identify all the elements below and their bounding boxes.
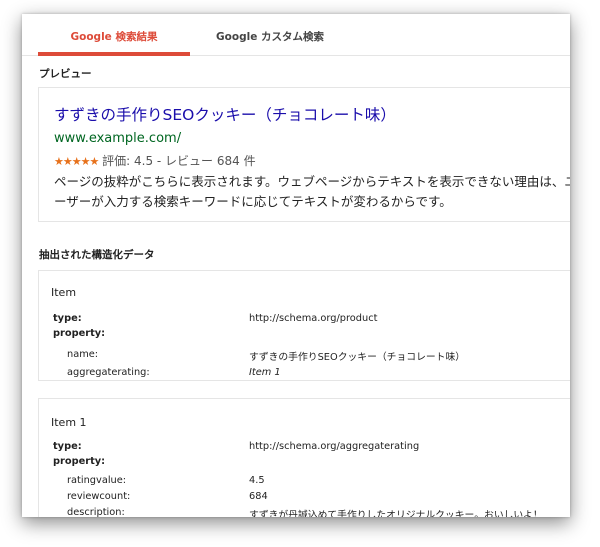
property-value-name: すずきの手作りSEOクッキー（チョコレート味） [249, 352, 466, 363]
snippet-line-1: ページの抜粋がこちらに表示されます。ウェブページからテキストを表示できない理由は… [54, 174, 570, 189]
search-result-preview: すずきの手作りSEOクッキー（チョコレート味） www.example.com/… [38, 87, 570, 222]
type-label: type: [53, 313, 82, 324]
property-value-aggregaterating: Item 1 [249, 367, 281, 378]
tab-google-search-results[interactable]: Google 検索結果 [38, 14, 190, 56]
property-label: property: [53, 456, 106, 467]
property-key-aggregaterating: aggregaterating: [67, 367, 150, 378]
rich-snippet-tool-panel: Google 検索結果 Google カスタム検索 プレビュー すずきの手作りS… [22, 14, 570, 517]
tab-google-custom-search[interactable]: Google カスタム検索 [200, 14, 340, 55]
tab-bar: Google 検索結果 Google カスタム検索 [22, 14, 570, 56]
snippet-line-2: ーザーが入力する検索キーワードに応じてテキストが変わるからです。 [54, 194, 452, 209]
property-key-ratingvalue: ratingvalue: [67, 475, 127, 486]
rating-text: 評価: 4.5 - レビュー 684 件 [102, 154, 256, 168]
property-value-ratingvalue: 4.5 [249, 475, 265, 486]
result-title-link[interactable]: すずきの手作りSEOクッキー（チョコレート味） [54, 103, 396, 125]
type-value: http://schema.org/aggregaterating [249, 441, 420, 452]
property-key-description: description: [67, 507, 125, 517]
result-url[interactable]: www.example.com/ [54, 131, 181, 146]
item-title: Item [51, 286, 77, 299]
type-value: http://schema.org/product [249, 313, 378, 324]
preview-section-label: プレビュー [39, 68, 92, 80]
result-snippet: ページの抜粋がこちらに表示されます。ウェブページからテキストを表示できない理由は… [54, 172, 570, 212]
property-key-name: name: [67, 349, 99, 360]
property-value-description: すずきが丹誠込めて手作りしたオリジナルクッキー。おいしいよ！ [249, 510, 543, 517]
type-label: type: [53, 441, 82, 452]
structured-data-section-label: 抽出された構造化データ [39, 249, 155, 261]
rating-row: ★★★★★ 評価: 4.5 - レビュー 684 件 [54, 152, 256, 169]
property-key-reviewcount: reviewcount: [67, 491, 131, 502]
property-value-reviewcount: 684 [249, 491, 268, 502]
property-label: property: [53, 328, 106, 339]
rating-stars-icon: ★★★★★ [54, 155, 99, 168]
structured-item-card: Item type: http://schema.org/product pro… [38, 270, 570, 381]
structured-item-card: Item 1 type: http://schema.org/aggregate… [38, 398, 570, 517]
item-title: Item 1 [51, 416, 87, 429]
